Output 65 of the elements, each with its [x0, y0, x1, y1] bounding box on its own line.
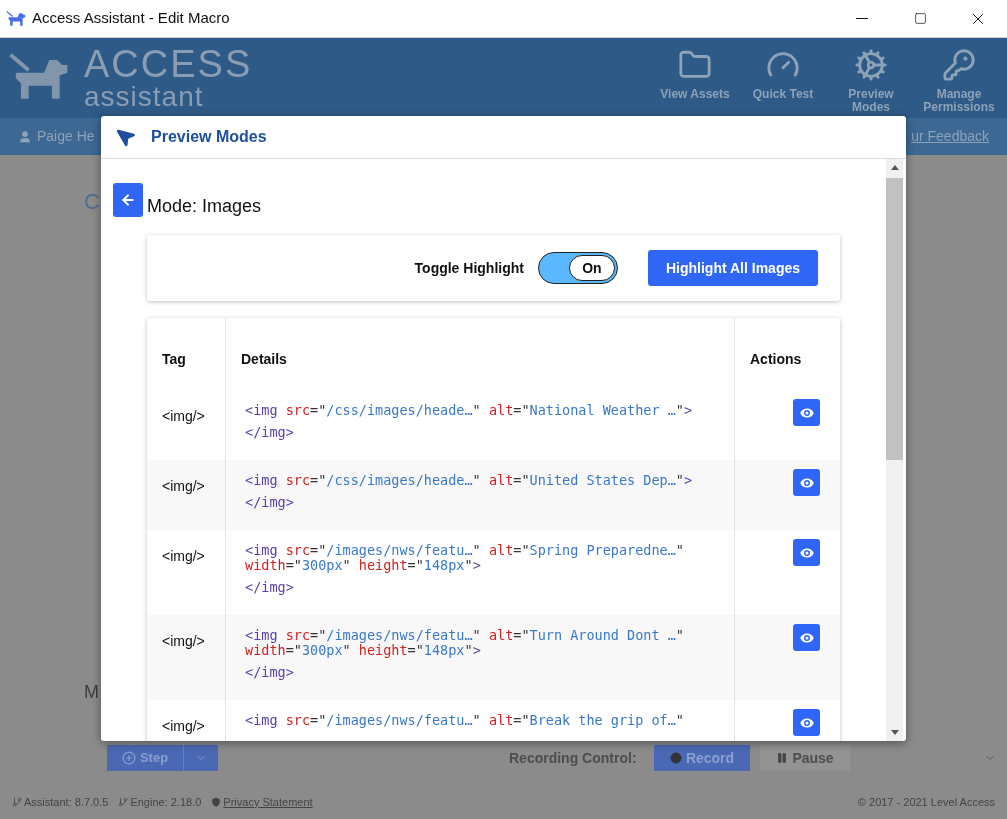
table-cell: <img/> — [162, 548, 205, 564]
user-name: Paige He — [37, 127, 95, 146]
code-line: width="300px" height="148px"> — [245, 643, 481, 658]
user-icon — [18, 129, 32, 144]
maximize-icon — [913, 12, 927, 25]
highlight-all-button[interactable]: Highlight All Images — [647, 250, 818, 286]
nav-button[interactable]: Quick Test — [743, 48, 823, 101]
page-heading: C — [84, 188, 100, 216]
step-button[interactable]: Step — [107, 745, 183, 771]
code-line: </img> — [245, 580, 294, 595]
code-line: </img> — [245, 425, 294, 440]
branch-icon — [12, 797, 22, 807]
table-cell: <img/> — [162, 718, 205, 734]
view-button[interactable] — [793, 624, 820, 651]
column-header: Actions — [750, 350, 802, 369]
dog-logo-icon — [6, 9, 26, 28]
code-line: <img src="/css/images/heade…" alt="United States Dep…"> — [245, 473, 693, 488]
logo-subtext: assistant — [84, 83, 205, 111]
branch-icon — [118, 797, 129, 807]
assistant-version: Assistant: 8.7.0.5 — [24, 794, 109, 810]
nav-button[interactable]: Manage Permissions — [919, 48, 999, 114]
recording-label: Recording Control: — [509, 748, 638, 768]
shield-icon — [211, 797, 222, 807]
scroll-down-icon — [890, 730, 899, 735]
toggle-label: Toggle Highlight — [414, 258, 524, 278]
highlight-toggle[interactable]: On — [537, 252, 618, 284]
code-line: width="300px" height="148px"> — [245, 558, 481, 573]
copyright-text: © 2017 - 2021 Level Access — [857, 794, 995, 810]
table-cell: <img/> — [162, 478, 205, 494]
nav-button[interactable]: View Assets — [655, 48, 735, 101]
gear-icon — [854, 48, 888, 82]
code-line: <img src="/css/images/heade…" alt="National Weather …"> — [245, 403, 693, 418]
column-header: Details — [241, 350, 287, 369]
view-button[interactable] — [793, 709, 820, 736]
code-line: <img src="/images/nws/featu…" alt="Break the grip of…" — [245, 713, 684, 728]
minimize-icon — [856, 18, 868, 19]
column-header: Tag — [162, 350, 186, 369]
section-label: M — [84, 681, 99, 704]
back-button[interactable] — [113, 183, 143, 217]
plus-icon — [121, 751, 136, 765]
nav-button[interactable]: Preview Modes — [831, 48, 911, 114]
engine-version: Engine: 2.18.0 — [130, 794, 202, 810]
feedback-link[interactable]: ur Feedback — [911, 126, 989, 147]
window-title: Access Assistant - Edit Macro — [32, 8, 230, 29]
logo-text: ACCESS — [84, 45, 253, 83]
scrollbar-thumb[interactable] — [886, 178, 903, 460]
record-button[interactable]: Record — [654, 745, 750, 771]
table-cell: <img/> — [162, 633, 205, 649]
view-button[interactable] — [793, 539, 820, 566]
dialog-title: Preview Modes — [151, 127, 267, 147]
scroll-up-icon — [890, 165, 899, 170]
pause-button[interactable]: Pause — [760, 745, 850, 771]
code-line: </img> — [245, 495, 294, 510]
key-icon — [942, 48, 976, 82]
mode-heading: Mode: Images — [147, 195, 262, 217]
arrow-left-icon — [120, 192, 136, 208]
view-button[interactable] — [793, 469, 820, 496]
code-line: <img src="/images/nws/featu…" alt="Turn Around Dont …" — [245, 628, 684, 643]
pause-icon — [776, 752, 789, 764]
record-icon — [669, 752, 682, 764]
view-button[interactable] — [793, 399, 820, 426]
privacy-link[interactable]: Privacy Statement — [223, 793, 313, 811]
code-line: </img> — [245, 665, 294, 680]
table-cell: <img/> — [162, 408, 205, 424]
code-line: <img src="/images/nws/featu…" alt="Spring Preparedne…" — [245, 543, 684, 558]
